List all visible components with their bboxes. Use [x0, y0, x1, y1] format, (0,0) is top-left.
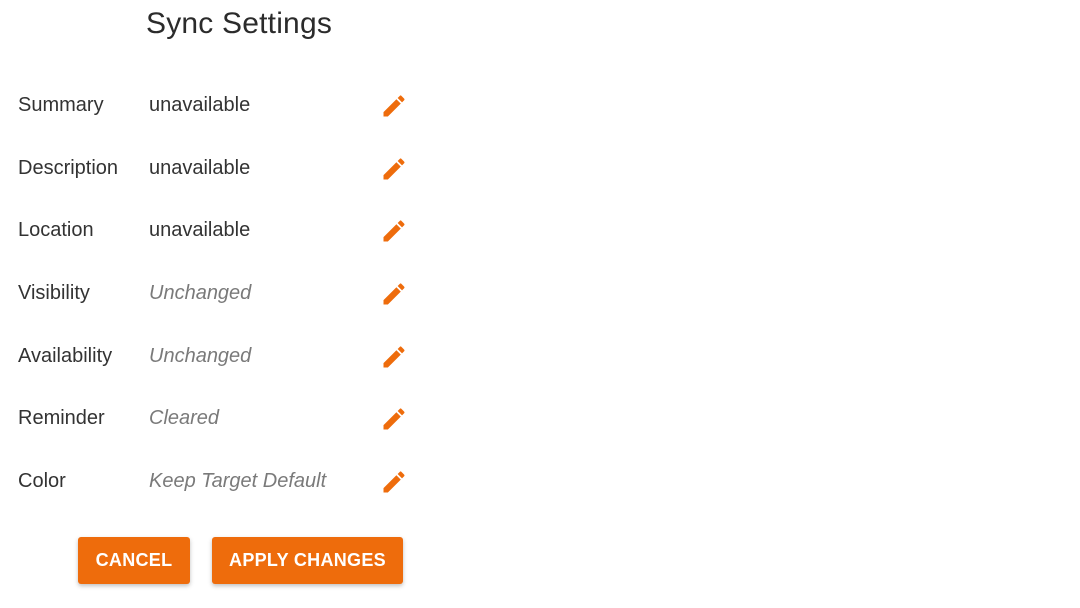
edit-location-button[interactable] [376, 213, 412, 249]
pencil-icon [383, 471, 405, 493]
setting-value: Unchanged [149, 282, 252, 305]
setting-value: unavailable [149, 219, 251, 242]
setting-label: Reminder [18, 407, 105, 430]
setting-value: Keep Target Default [149, 470, 327, 493]
edit-visibility-button[interactable] [376, 276, 412, 312]
setting-row-location: Location unavailable [18, 199, 418, 262]
pencil-icon [383, 346, 405, 368]
setting-label: Summary [18, 94, 104, 116]
setting-value: Cleared [149, 407, 220, 430]
edit-description-button[interactable] [376, 151, 412, 187]
pencil-icon [383, 408, 405, 430]
settings-list: Summary unavailable Description unavaila… [18, 74, 418, 513]
cancel-button[interactable]: CANCEL [78, 537, 190, 584]
edit-reminder-button[interactable] [376, 401, 412, 437]
setting-value: Unchanged [149, 344, 252, 367]
setting-value: unavailable [149, 156, 251, 179]
page-title: Sync Settings [146, 7, 333, 40]
setting-label: Color [18, 470, 66, 493]
edit-color-button[interactable] [376, 464, 412, 500]
edit-availability-button[interactable] [376, 339, 412, 375]
setting-label: Visibility [18, 282, 90, 305]
setting-value: unavailable [149, 94, 251, 116]
setting-row-visibility: Visibility Unchanged [18, 262, 418, 325]
setting-label: Description [18, 156, 119, 179]
pencil-icon [383, 220, 405, 242]
pencil-icon [383, 283, 405, 305]
pencil-icon [383, 95, 405, 117]
setting-row-color: Color Keep Target Default [18, 450, 418, 513]
pencil-icon [383, 158, 405, 180]
setting-row-availability: Availability Unchanged [18, 325, 418, 388]
setting-row-reminder: Reminder Cleared [18, 387, 418, 450]
apply-changes-button[interactable]: APPLY CHANGES [212, 537, 403, 584]
edit-summary-button[interactable] [376, 88, 412, 124]
setting-row-summary: Summary unavailable [18, 74, 418, 137]
sync-settings-page: Sync Settings Summary unavailable Descri… [0, 0, 1080, 608]
setting-label: Availability [18, 344, 113, 367]
setting-row-description: Description unavailable [18, 137, 418, 200]
action-bar: CANCEL APPLY CHANGES [0, 537, 420, 585]
setting-label: Location [18, 219, 94, 242]
